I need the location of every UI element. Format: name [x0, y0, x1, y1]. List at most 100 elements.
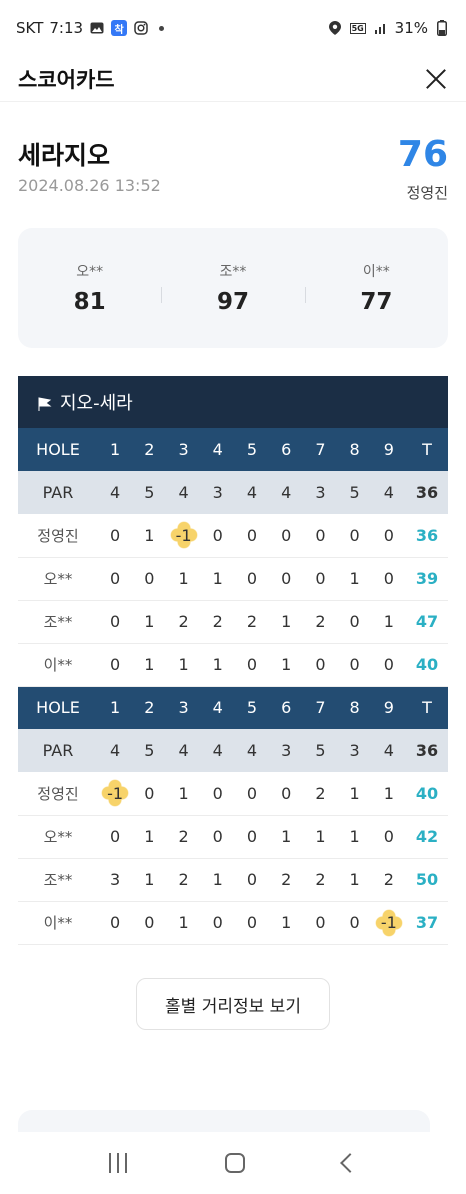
hole-distance-button[interactable]: 홀별 거리정보 보기 — [136, 978, 330, 1030]
companion-score: 81 — [73, 289, 106, 315]
player-score-row: 정영진 0 1 -1 0 0 0 0 0 0 36 — [18, 514, 448, 558]
hole-score: 0 — [269, 514, 304, 558]
hole-score: 0 — [234, 901, 270, 945]
par-value: 5 — [303, 729, 338, 772]
hole-number: 5 — [234, 686, 270, 729]
battery-percent: 31% — [394, 19, 428, 37]
birdie-icon: -1 — [107, 784, 123, 803]
hole-score: 1 — [269, 901, 304, 945]
hole-score: 1 — [337, 858, 372, 902]
battery-icon — [434, 20, 450, 36]
hole-score: 1 — [200, 643, 235, 687]
home-icon[interactable] — [225, 1153, 245, 1173]
hole-score: 0 — [371, 557, 406, 601]
app-header: 스코어카드 — [0, 56, 466, 102]
status-bar: SKT 7:13 착 5G 31% — [0, 0, 466, 56]
hole-score: 0 — [200, 901, 235, 945]
hole-score: 2 — [269, 858, 304, 902]
hole-score: 2 — [234, 600, 270, 644]
hole-score: 1 — [132, 815, 167, 859]
hole-number: 1 — [98, 428, 133, 471]
notification-dot-icon — [159, 25, 165, 31]
hole-score: 0 — [371, 514, 406, 558]
back-icon[interactable] — [340, 1153, 360, 1173]
hole-score: 1 — [269, 643, 304, 687]
hole-score: 0 — [371, 815, 406, 859]
hole-score: 1 — [132, 643, 167, 687]
hole-number: 6 — [269, 428, 304, 471]
par-row: PAR 4 5 4 4 4 3 5 3 4 36 — [18, 729, 448, 772]
par-value: 5 — [337, 471, 372, 514]
hole-score: 0 — [337, 600, 372, 644]
hole-score: 2 — [166, 815, 201, 859]
hole-score: 0 — [132, 772, 167, 816]
par-value: 4 — [166, 729, 201, 772]
status-left: SKT 7:13 착 — [16, 19, 165, 37]
hole-score: 1 — [337, 815, 372, 859]
par-value: 4 — [269, 471, 304, 514]
hole-score: 1 — [132, 858, 167, 902]
hole-number: T — [406, 686, 448, 729]
hole-score: 0 — [269, 557, 304, 601]
hole-score: 1 — [200, 557, 235, 601]
par-value: 4 — [371, 729, 406, 772]
hole-score: 1 — [132, 600, 167, 644]
player-total: 40 — [406, 772, 448, 816]
hole-number: 9 — [371, 428, 406, 471]
hole-score: 0 — [303, 557, 338, 601]
companion-name: 조** — [219, 264, 247, 280]
hole-score: -1 — [166, 514, 201, 558]
par-value: 4 — [98, 471, 133, 514]
par-label: PAR — [18, 729, 98, 772]
hole-header-row: HOLE 1 2 3 4 5 6 7 8 9 T — [18, 686, 448, 729]
hole-score: 0 — [371, 643, 406, 687]
player-score-row: 조** 0 1 2 2 2 1 2 0 1 47 — [18, 600, 448, 644]
par-value: 4 — [234, 471, 270, 514]
hole-label: HOLE — [18, 686, 98, 729]
hole-score: -1 — [371, 901, 406, 945]
network-5g-icon: 5G — [349, 22, 366, 34]
hole-number: T — [406, 428, 448, 471]
hole-score: 0 — [200, 772, 235, 816]
hole-score: 2 — [166, 600, 201, 644]
hole-score: 0 — [234, 514, 270, 558]
companion-item: 조** 97 — [161, 261, 304, 315]
hole-score: 1 — [371, 772, 406, 816]
companion-item: 오** 81 — [18, 261, 161, 315]
hole-score: 0 — [98, 643, 133, 687]
app-badge-icon: 착 — [111, 20, 128, 36]
player-total: 37 — [406, 901, 448, 945]
course-section-label: 지오-세라 — [60, 393, 133, 414]
my-player-name: 정영진 — [406, 184, 448, 202]
player-name: 정영진 — [18, 514, 98, 558]
clock: 7:13 — [49, 19, 84, 37]
companion-score: 77 — [360, 289, 393, 315]
status-right: 5G 31% — [327, 19, 450, 37]
hole-score: 1 — [269, 815, 304, 859]
par-value: 5 — [132, 471, 167, 514]
hole-score: 0 — [234, 643, 270, 687]
close-icon[interactable] — [424, 67, 448, 91]
hole-score: 0 — [98, 901, 133, 945]
hole-number: 4 — [200, 686, 235, 729]
hole-score: 1 — [166, 772, 201, 816]
par-value: 4 — [234, 729, 270, 772]
par-value: 3 — [200, 471, 235, 514]
player-total: 47 — [406, 600, 448, 644]
hole-number: 4 — [200, 428, 235, 471]
hole-score: 1 — [371, 600, 406, 644]
hole-score: 1 — [132, 514, 167, 558]
birdie-score: -1 — [175, 525, 192, 545]
my-total-score: 76 — [397, 134, 448, 175]
companion-score: 97 — [216, 289, 249, 315]
player-total: 36 — [406, 514, 448, 558]
hole-number: 1 — [98, 686, 133, 729]
hole-score: 2 — [371, 858, 406, 902]
flag-icon — [38, 395, 52, 411]
hole-score: 1 — [303, 815, 338, 859]
par-value: 36 — [406, 471, 448, 514]
recent-apps-icon[interactable] — [109, 1153, 127, 1173]
player-score-row: 이** 0 1 1 1 0 1 0 0 0 40 — [18, 643, 448, 687]
hole-score: 0 — [200, 514, 235, 558]
hole-score: 2 — [166, 858, 201, 902]
